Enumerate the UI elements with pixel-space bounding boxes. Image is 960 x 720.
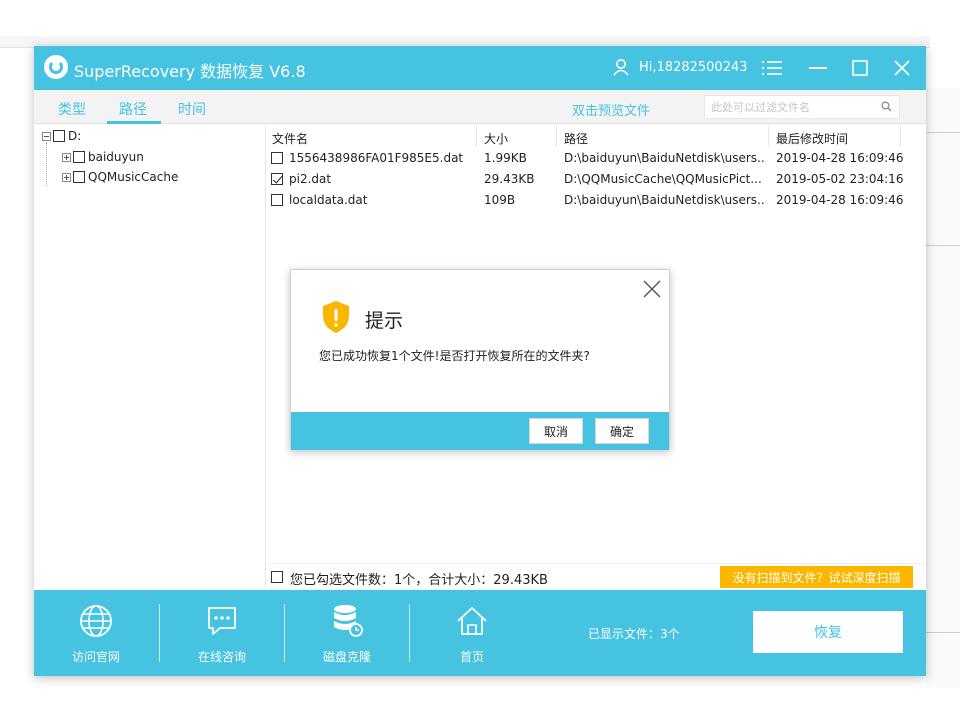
footer-item-disk-clone[interactable]: 磁盘克隆 [285,590,409,676]
column-header-name[interactable]: 文件名 [272,130,308,147]
file-path: D:\baiduyun\BaiduNetdisk\users... [564,193,766,207]
tree-node-qqmusiccache[interactable]: QQMusicCache [62,170,178,184]
tree-node-baiduyun[interactable]: baiduyun [62,150,144,164]
menu-button[interactable] [758,54,786,82]
row-checkbox[interactable] [271,173,283,185]
dialog-close-icon[interactable] [641,278,663,300]
minimize-button[interactable] [804,54,832,82]
table-row[interactable]: pi2.dat 29.43KB D:\QQMusicCache\QQMusicP… [266,169,926,190]
chat-icon [208,607,236,635]
prompt-dialog: 提示 您已成功恢复1个文件!是否打开恢复所在的文件夹? 取消 确定 [290,269,670,450]
row-checkbox[interactable] [271,194,283,206]
maximize-button[interactable] [846,54,874,82]
minimize-icon [809,67,827,69]
menu-icon [762,61,782,75]
app-logo-icon [44,55,68,79]
footer-item-home[interactable]: 首页 [410,590,534,676]
active-tab-indicator [107,121,161,124]
tab-time[interactable]: 时间 [178,99,206,119]
expand-toggle-icon[interactable] [62,172,71,182]
background-line [926,132,960,133]
select-all-checkbox[interactable] [271,571,283,583]
close-icon [894,60,910,76]
maximize-icon [852,60,868,76]
file-size: 109B [484,193,516,207]
search-icon[interactable] [881,101,892,112]
user-name[interactable]: Hi,18282500243 [639,60,748,75]
tree-checkbox[interactable] [73,151,85,163]
selection-bar: 您已勾选文件数：1个，合计大小：29.43KB 没有扫描到文件？试试深度扫描 [266,563,926,590]
recover-button[interactable]: 恢复 [753,611,903,653]
dialog-footer: 取消 确定 [291,412,669,450]
table-row[interactable]: 1556438986FA01F985E5.dat 1.99KB D:\baidu… [266,148,926,169]
footer-item-website[interactable]: 访问官网 [34,590,158,676]
home-icon [457,607,487,635]
file-size: 29.43KB [484,172,535,186]
row-checkbox[interactable] [271,152,283,164]
warning-shield-icon [323,301,349,333]
expand-toggle-icon[interactable] [62,152,71,162]
tab-path[interactable]: 路径 [119,99,147,119]
column-header-size[interactable]: 大小 [484,130,508,147]
footer-item-consult[interactable]: 在线咨询 [160,590,284,676]
cancel-button[interactable]: 取消 [529,418,583,444]
shown-file-count: 已显示文件：3个 [588,627,680,641]
column-header-path[interactable]: 路径 [564,130,588,147]
file-size: 1.99KB [484,151,527,165]
dialog-title: 提示 [365,310,404,332]
file-modified: 2019-04-28 16:09:46 [776,151,904,165]
file-name: localdata.dat [289,193,368,207]
tree-node-label: baiduyun [88,150,144,164]
footer-item-label: 首页 [459,650,484,664]
tree-node-root[interactable]: D: [42,129,81,143]
preview-hint: 双击预览文件 [572,104,651,119]
search-input[interactable] [705,96,875,118]
background-window-edge [926,88,960,688]
table-row[interactable]: localdata.dat 109B D:\baiduyun\BaiduNetd… [266,190,926,211]
close-button[interactable] [888,54,916,82]
deep-scan-button[interactable]: 没有扫描到文件？试试深度扫描 [720,566,913,588]
column-header-modified[interactable]: 最后修改时间 [776,130,848,147]
database-icon [334,605,363,637]
selection-summary: 您已勾选文件数：1个，合计大小：29.43KB [290,573,548,588]
tree-checkbox[interactable] [73,171,85,183]
tree-node-label: QQMusicCache [88,170,179,184]
footer-bar: 访问官网 在线咨询 磁盘克隆 首页 已显示文件：3个 恢复 [34,590,926,676]
footer-item-label: 在线咨询 [197,650,246,664]
folder-tree: D: baiduyun QQMusicCache [34,125,266,590]
background-line [926,245,960,246]
tree-checkbox[interactable] [53,130,65,142]
file-modified: 2019-04-28 16:09:46 [776,193,904,207]
tree-node-label: D: [68,129,82,143]
footer-item-label: 磁盘克隆 [322,650,371,664]
app-title: SuperRecovery 数据恢复 V6.8 [74,62,306,81]
file-name: pi2.dat [289,172,332,186]
collapse-toggle-icon[interactable] [42,131,51,141]
file-path: D:\QQMusicCache\QQMusicPict... [564,172,762,186]
file-path: D:\baiduyun\BaiduNetdisk\users... [564,151,766,165]
title-bar[interactable]: SuperRecovery 数据恢复 V6.8 Hi,18282500243 [34,46,926,90]
globe-icon [80,605,112,637]
dialog-message: 您已成功恢复1个文件!是否打开恢复所在的文件夹? [319,349,590,363]
footer-item-label: 访问官网 [71,650,120,664]
ok-button[interactable]: 确定 [595,418,649,444]
file-modified: 2019-05-02 23:04:16 [776,172,904,186]
user-icon[interactable] [612,58,630,76]
tab-type[interactable]: 类型 [58,99,86,119]
background-line [926,632,960,633]
file-name: 1556438986FA01F985E5.dat [289,151,464,165]
tab-bar: 类型 路径 时间 双击预览文件 [34,90,926,124]
search-box[interactable] [704,95,900,119]
